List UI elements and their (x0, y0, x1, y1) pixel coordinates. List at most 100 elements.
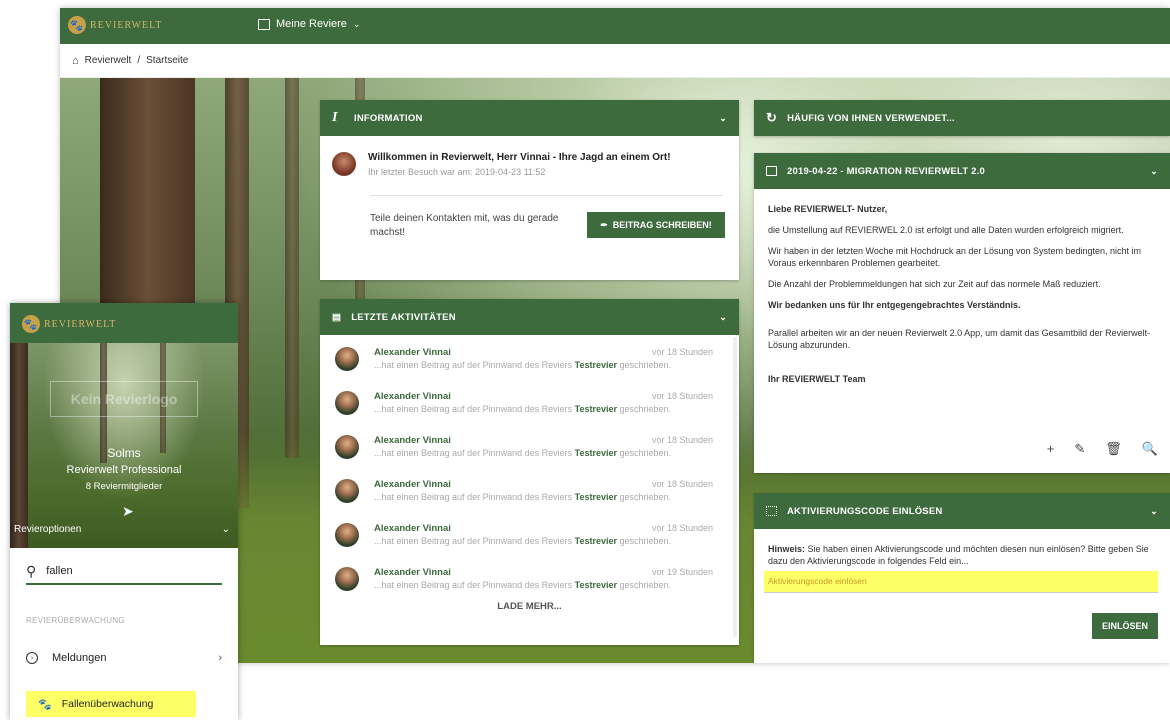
migration-paragraph: Parallel arbeiten wir an der neuen Revie… (768, 328, 1151, 350)
activation-code-card: AKTIVIERUNGSCODE EINLÖSEN ⌄ Hinweis: Sie… (754, 493, 1170, 663)
search-icon: ⚲ (26, 562, 37, 579)
activities-header[interactable]: ▤ LETZTE AKTIVITÄTEN ⌄ (320, 299, 739, 335)
chevron-down-icon: ⌄ (352, 18, 361, 29)
revier-plan: Revierwelt Professional (66, 464, 182, 476)
chevron-down-icon[interactable]: ⌄ (1150, 506, 1158, 517)
migration-greeting: Liebe REVIERWELT- Nutzer, (768, 204, 888, 214)
list-item[interactable]: Alexander Vinnai vor 18 Stunden ...hat e… (320, 335, 739, 379)
pen-icon: ✒ (600, 219, 608, 230)
frequently-used-title: HÄUFIG VON IHNEN VERWENDET... (787, 112, 955, 124)
activity-text: ...hat einen Beitrag auf der Pinnwand de… (374, 580, 672, 590)
list-item[interactable]: Alexander Vinnai vor 18 Stunden ...hat e… (320, 467, 739, 511)
migration-toolbar: + ✎ 🗑 🔍 (1047, 441, 1170, 457)
welcome-message: Willkommen in Revierwelt, Herr Vinnai - … (332, 152, 671, 177)
brand-name: REVIERWELT (90, 19, 163, 31)
paw-logo-icon: 🐾 (22, 315, 40, 333)
breadcrumb-separator: / (137, 55, 141, 66)
calendar-icon (766, 166, 777, 176)
meine-reviere-menu[interactable]: Meine Reviere ⌄ (258, 18, 360, 30)
avatar (332, 152, 356, 176)
activity-user[interactable]: Alexander Vinnai (374, 435, 451, 446)
meine-reviere-label: Meine Reviere (276, 18, 347, 30)
chevron-down-icon[interactable]: ⌄ (1150, 166, 1158, 177)
revier-select-icon (258, 18, 270, 30)
revier-link[interactable]: Testrevier (575, 360, 617, 370)
activity-user[interactable]: Alexander Vinnai (374, 523, 451, 534)
scrollbar[interactable] (733, 337, 737, 637)
mobile-brand-logo[interactable]: 🐾 REVIERWELT (22, 315, 116, 333)
migration-paragraph: die Umstellung auf REVIERWEL 2.0 ist erf… (768, 225, 1124, 235)
migration-body: Liebe REVIERWELT- Nutzer, die Umstellung… (768, 203, 1158, 394)
revier-link[interactable]: Testrevier (575, 448, 617, 458)
brand-logo[interactable]: 🐾 REVIERWELT (68, 16, 162, 34)
activity-text: ...hat einen Beitrag auf der Pinnwand de… (374, 404, 672, 414)
activation-hint: Hinweis: Sie haben einen Aktivierungscod… (768, 544, 1149, 566)
avatar (335, 391, 359, 415)
breadcrumb-root[interactable]: Revierwelt (85, 55, 132, 66)
menu-search-input[interactable] (46, 565, 187, 577)
add-icon[interactable]: + (1047, 441, 1055, 457)
revier-link[interactable]: Testrevier (575, 492, 617, 502)
breadcrumb: ⌂ Revierwelt / Startseite (60, 44, 1170, 78)
list-item[interactable]: Alexander Vinnai vor 18 Stunden ...hat e… (320, 511, 739, 555)
breadcrumb-current: Startseite (146, 55, 189, 66)
activity-text: ...hat einen Beitrag auf der Pinnwand de… (374, 536, 672, 546)
chevron-down-icon: ⌄ (221, 524, 230, 535)
revier-name: Solms (107, 446, 141, 460)
activation-code-input[interactable]: Aktivierungscode einlösen (764, 571, 1158, 593)
revier-hero: Kein Revierlogo Solms Revierwelt Profess… (10, 343, 238, 548)
migration-signature: Ihr REVIERWELT Team (768, 374, 866, 384)
activity-user[interactable]: Alexander Vinnai (374, 479, 451, 490)
delete-icon[interactable]: 🗑 (1105, 441, 1122, 457)
activity-user[interactable]: Alexander Vinnai (374, 391, 451, 402)
revier-link[interactable]: Testrevier (575, 536, 617, 546)
activity-user[interactable]: Alexander Vinnai (374, 567, 451, 578)
home-icon[interactable]: ⌂ (72, 55, 79, 67)
activity-time: vor 19 Stunden (651, 567, 713, 577)
activity-text: ...hat einen Beitrag auf der Pinnwand de… (374, 448, 672, 458)
migration-header[interactable]: 2019-04-22 - MIGRATION REVIERWELT 2.0 ⌄ (754, 153, 1170, 189)
info-icon: i (332, 110, 338, 125)
list-item[interactable]: Alexander Vinnai vor 18 Stunden ...hat e… (320, 379, 739, 423)
activity-list: Alexander Vinnai vor 18 Stunden ...hat e… (320, 335, 739, 599)
menu-search: ⚲ (26, 559, 222, 585)
menu-item-meldungen[interactable]: › Meldungen › (26, 652, 222, 664)
activation-code-header[interactable]: AKTIVIERUNGSCODE EINLÖSEN ⌄ (754, 493, 1170, 529)
mouse-cursor-icon: ➤ (122, 503, 134, 519)
list-icon: ▤ (332, 311, 342, 323)
revier-link[interactable]: Testrevier (575, 580, 617, 590)
load-more-button[interactable]: LADE MEHR... (320, 601, 739, 612)
activation-code-title: AKTIVIERUNGSCODE EINLÖSEN (787, 505, 943, 517)
avatar (335, 567, 359, 591)
list-item[interactable]: Alexander Vinnai vor 19 Stunden ...hat e… (320, 555, 739, 599)
information-title: INFORMATION (354, 112, 423, 124)
chevron-down-icon[interactable]: ⌄ (719, 312, 727, 323)
revier-link[interactable]: Testrevier (575, 404, 617, 414)
activities-title: LETZTE AKTIVITÄTEN (351, 311, 456, 323)
welcome-title: Willkommen in Revierwelt, Herr Vinnai - … (368, 152, 671, 163)
revier-member-count: 8 Reviermitglieder (85, 481, 163, 492)
mobile-header: 🐾 REVIERWELT (10, 303, 238, 343)
share-prompt: Teile deinen Kontakten mit, was du gerad… (370, 213, 559, 238)
list-item[interactable]: Alexander Vinnai vor 18 Stunden ...hat e… (320, 423, 739, 467)
activity-text: ...hat einen Beitrag auf der Pinnwand de… (374, 492, 672, 502)
write-post-label: BEITRAG SCHREIBEN! (612, 220, 712, 230)
last-visit: Ihr letzter Besuch war am: 2019-04-23 11… (368, 167, 546, 177)
activity-user[interactable]: Alexander Vinnai (374, 347, 451, 358)
migration-paragraph: Wir haben in der letzten Woche mit Hochd… (768, 246, 1142, 268)
paw-icon: 🐾 (38, 698, 52, 711)
chevron-down-icon[interactable]: ⌄ (719, 113, 727, 124)
activity-time: vor 18 Stunden (651, 523, 713, 533)
avatar (335, 347, 359, 371)
chevron-circle-icon: › (26, 652, 38, 664)
menu-item-fallenueberwachung[interactable]: 🐾 Fallenüberwachung (26, 691, 196, 717)
tree-trunk (285, 78, 299, 458)
write-post-button[interactable]: ✒ BEITRAG SCHREIBEN! (587, 212, 725, 238)
information-header[interactable]: i INFORMATION ⌄ (320, 100, 739, 136)
frequently-used-header[interactable]: ↻ HÄUFIG VON IHNEN VERWENDET... (754, 100, 1170, 136)
edit-icon[interactable]: ✎ (1074, 441, 1085, 457)
revier-options-toggle[interactable]: Revieroptionen ⌄ (14, 524, 230, 535)
redeem-button[interactable]: EINLÖSEN (1092, 613, 1158, 639)
search-icon[interactable]: 🔍 (1142, 441, 1158, 457)
menu-item-label: Meldungen (52, 652, 107, 664)
